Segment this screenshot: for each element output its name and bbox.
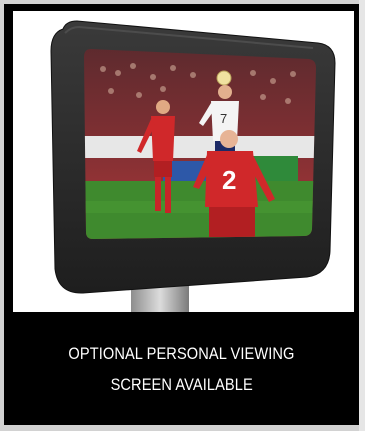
monitor-screen: 7 2 xyxy=(84,49,316,239)
caption-line-2: SCREEN AVAILABLE xyxy=(110,375,253,394)
page-edge xyxy=(359,0,365,431)
caption: OPTIONAL PERSONAL VIEWING SCREEN AVAILAB… xyxy=(4,324,359,414)
caption-line-1: OPTIONAL PERSONAL VIEWING xyxy=(68,344,295,363)
promo-card: 7 2 OPTIONAL PERSONAL VIEWING SCREEN AVA… xyxy=(4,4,359,425)
jersey-number-front: 2 xyxy=(222,165,236,195)
jersey-number-white: 7 xyxy=(220,111,227,126)
product-photo: 7 2 xyxy=(13,11,354,312)
